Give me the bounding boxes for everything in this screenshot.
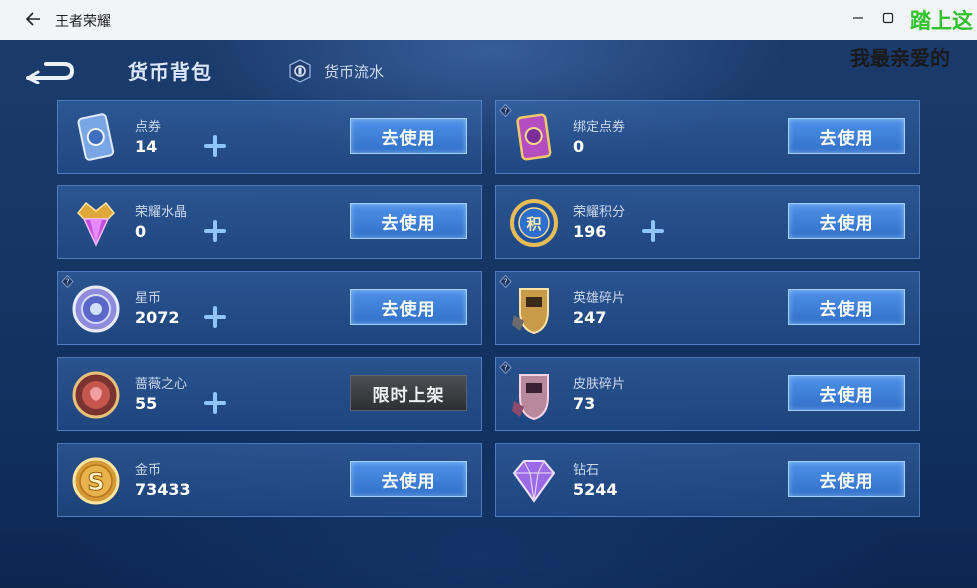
add-plus-icon[interactable] [204,392,226,414]
currency-value: 0 [135,222,147,241]
add-plus-icon[interactable] [204,306,226,328]
rose-heart-icon [72,371,120,419]
currency-card-hero-shard: ? 英雄碎片 247 去使用 [495,271,920,345]
currency-flow-icon [289,59,311,83]
use-button[interactable]: 去使用 [350,289,467,325]
currency-name: 星币 [135,291,162,306]
currency-name: 荣耀水晶 [135,205,188,220]
currency-card-skin-shard: ? 皮肤碎片 73 去使用 [495,357,920,431]
gold-coin-icon: S [72,457,120,505]
currency-card-rose-heart: 蔷薇之心 55 限时上架 [57,357,482,431]
svg-text:S: S [87,468,104,496]
currency-card-bound-coupon: ? 绑定点券 0 去使用 [495,100,920,174]
currency-value: 73433 [135,480,191,499]
hero-shard-icon [512,288,549,335]
currency-card-star-coin: ? 星币 2072 去使用 [57,271,482,345]
use-button[interactable]: 去使用 [788,375,905,411]
use-button[interactable]: 去使用 [350,461,467,497]
page-title: 货币背包 [128,60,212,84]
limited-time-button[interactable]: 限时上架 [350,375,467,411]
game-screen: 我最亲爱的 货币背包 货币流水 点券 14 去使用 ? 绑定点券 0 去使用 荣… [0,40,977,588]
currency-flow-label: 货币流水 [324,62,385,81]
currency-name: 英雄碎片 [573,291,626,306]
currency-name: 绑定点券 [573,120,626,135]
currency-value: 55 [135,394,158,413]
return-icon[interactable] [24,58,76,84]
use-button[interactable]: 去使用 [788,461,905,497]
currency-card-diamond: 钻石 5244 去使用 [495,443,920,517]
star-coin-icon [72,285,120,333]
add-plus-icon[interactable] [204,220,226,242]
currency-name: 金币 [135,463,162,478]
overlay-text-top: 踏上这 [910,9,973,33]
currency-card-glory-crystal: 荣耀水晶 0 去使用 [57,185,482,259]
currency-value: 196 [573,222,607,241]
currency-value: 14 [135,137,158,156]
window-title: 王者荣耀 [55,14,111,30]
use-button[interactable]: 去使用 [350,118,467,154]
glory-points-icon: 积 [510,199,558,247]
add-plus-icon[interactable] [204,135,226,157]
use-button[interactable]: 去使用 [788,118,905,154]
svg-text:积: 积 [526,215,541,233]
glory-crystal-icon [76,201,116,247]
currency-value: 5244 [573,480,618,499]
currency-name: 点券 [135,120,162,135]
back-arrow-icon[interactable] [24,9,44,29]
currency-value: 73 [573,394,596,413]
maximize-icon[interactable] [881,11,895,25]
currency-card-gold-coin: S 金币 73433 去使用 [57,443,482,517]
diamond-icon [512,460,556,503]
use-button[interactable]: 去使用 [788,203,905,239]
skin-shard-icon [512,374,549,421]
currency-name: 荣耀积分 [573,205,626,220]
bound-coupon-card-icon [516,113,552,161]
coupon-card-icon [77,113,115,161]
add-plus-icon[interactable] [642,220,664,242]
overlay-text-bottom: 我最亲爱的 [850,46,950,70]
currency-value: 0 [573,137,585,156]
currency-flow-link[interactable]: 货币流水 [288,58,384,84]
currency-name: 钻石 [573,463,600,478]
minimize-icon[interactable] [851,11,865,25]
currency-name: 皮肤碎片 [573,377,626,392]
currency-card-coupon: 点券 14 去使用 [57,100,482,174]
use-button[interactable]: 去使用 [788,289,905,325]
currency-value: 247 [573,308,607,327]
window-titlebar: 王者荣耀 踏上这 [0,0,977,40]
currency-value: 2072 [135,308,180,327]
use-button[interactable]: 去使用 [350,203,467,239]
currency-card-glory-points: 积 荣耀积分 196 去使用 [495,185,920,259]
currency-name: 蔷薇之心 [135,377,188,392]
